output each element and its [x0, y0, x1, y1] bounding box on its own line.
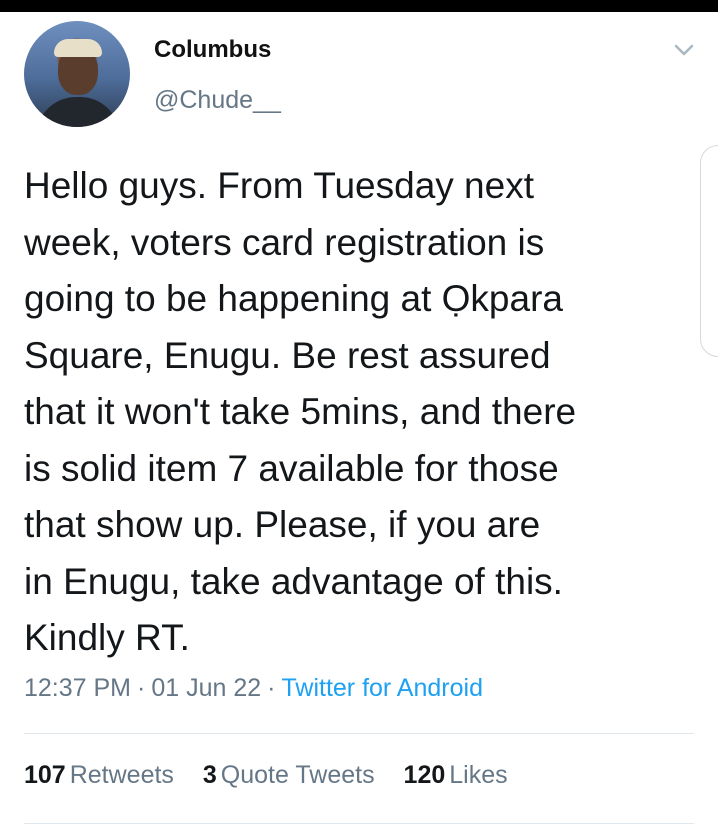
divider — [24, 733, 694, 734]
meta-separator: · — [137, 674, 146, 702]
user-name[interactable]: Columbus — [154, 36, 271, 64]
retweets-label: Retweets — [69, 761, 174, 789]
meta-separator: · — [267, 674, 276, 702]
likes-count: 120 — [403, 761, 446, 789]
likes-label: Likes — [449, 761, 508, 789]
user-handle[interactable]: @Chude__ — [154, 86, 281, 115]
avatar-shirt — [36, 97, 120, 127]
tweet-source-link[interactable]: Twitter for Android — [282, 674, 483, 702]
side-panel-edge — [700, 145, 718, 357]
avatar-cap — [54, 39, 102, 57]
retweets-count: 107 — [24, 761, 66, 789]
tweet-time: 12:37 PM — [24, 674, 132, 702]
tweet-text: Hello guys. From Tuesday next week, vote… — [24, 165, 577, 658]
likes-stat[interactable]: 120 Likes — [404, 761, 508, 790]
tweet-stats: 107 Retweets 3 Quote Tweets 120 Likes — [24, 761, 530, 790]
quote-tweets-count: 3 — [202, 761, 217, 789]
status-bar — [0, 0, 718, 12]
tweet-date: 01 Jun 22 — [151, 674, 262, 702]
retweets-stat[interactable]: 107 Retweets — [24, 761, 174, 790]
avatar[interactable] — [24, 21, 130, 127]
divider — [24, 823, 694, 824]
quote-tweets-stat[interactable]: 3 Quote Tweets — [203, 761, 375, 790]
chevron-down-icon[interactable] — [672, 38, 696, 62]
quote-tweets-label: Quote Tweets — [220, 761, 375, 789]
tweet-meta: 12:37 PM · 01 Jun 22 · Twitter for Android — [24, 674, 483, 703]
